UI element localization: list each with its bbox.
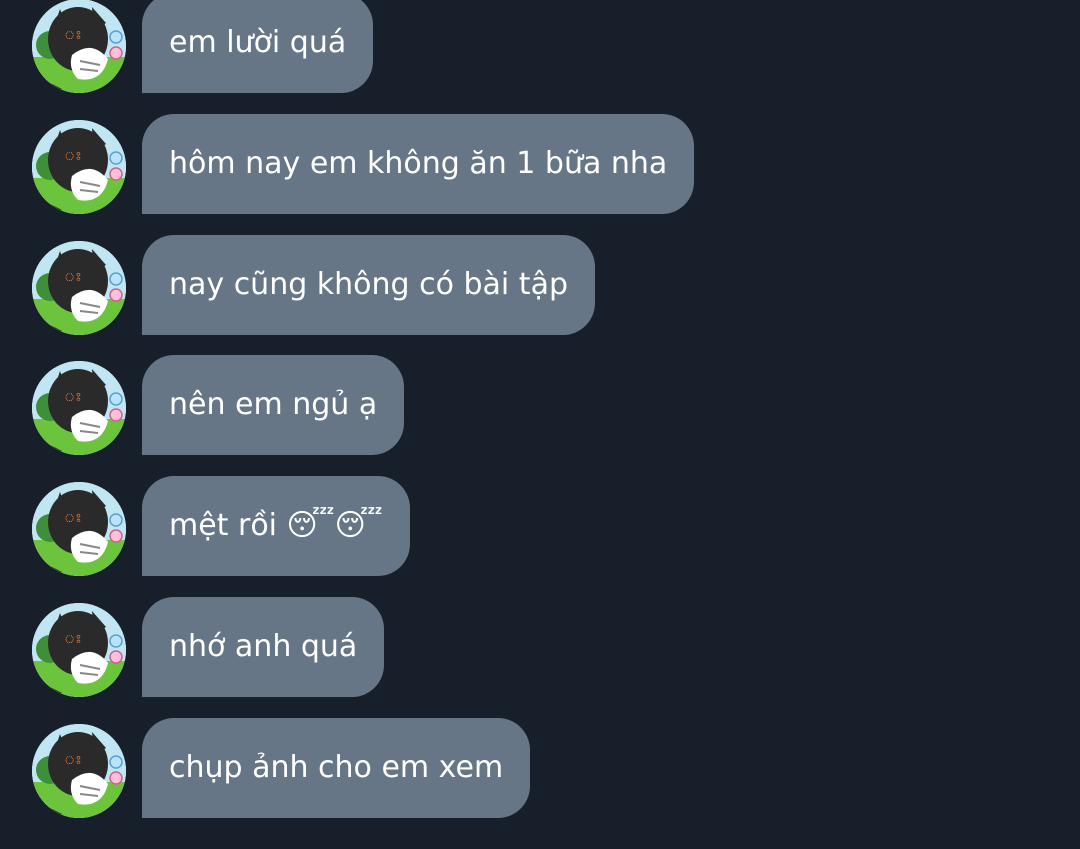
sender-avatar-icon[interactable]: ঃ — [32, 120, 126, 214]
message-row: ঃ chụp ảnh cho em xem — [0, 718, 1080, 818]
sender-avatar-icon[interactable]: ঃ — [32, 361, 126, 455]
message-bubble[interactable]: nhớ anh quá — [142, 597, 385, 697]
message-bubble[interactable]: chụp ảnh cho em xem — [142, 718, 531, 818]
message-row: ঃ nay cũng không có bài tập — [0, 235, 1080, 335]
sender-avatar-icon[interactable]: ঃ — [32, 603, 126, 697]
message-bubble[interactable]: nay cũng không có bài tập — [142, 235, 595, 335]
message-row: ঃ nên em ngủ ạ — [0, 355, 1080, 455]
message-bubble[interactable]: mệt rồi 😴😴 — [142, 476, 410, 576]
svg-text:ঃ: ঃ — [64, 149, 82, 163]
svg-text:ঃ: ঃ — [64, 390, 82, 404]
svg-text:ঃ: ঃ — [64, 632, 82, 646]
svg-text:ঃ: ঃ — [64, 28, 82, 42]
message-bubble[interactable]: hôm nay em không ăn 1 bữa nha — [142, 114, 695, 214]
message-bubble[interactable]: nên em ngủ ạ — [142, 355, 405, 455]
sender-avatar-icon[interactable]: ঃ — [32, 0, 126, 93]
message-row: ঃ mệt rồi 😴😴 — [0, 476, 1080, 576]
svg-text:ঃ: ঃ — [64, 511, 82, 525]
sender-avatar-icon[interactable]: ঃ — [32, 482, 126, 576]
svg-text:ঃ: ঃ — [64, 270, 82, 284]
svg-text:ঃ: ঃ — [64, 753, 82, 767]
message-row: ঃ em lười quá — [0, 0, 1080, 93]
message-row: ঃ hôm nay em không ăn 1 bữa nha — [0, 114, 1080, 214]
message-row: ঃ nhớ anh quá — [0, 597, 1080, 697]
sender-avatar-icon[interactable]: ঃ — [32, 241, 126, 335]
sender-avatar-icon[interactable]: ঃ — [32, 724, 126, 818]
chat-message-list[interactable]: ঃ em lười quá ঃ hôm nay em không ăn 1 bữ… — [0, 0, 1080, 849]
message-bubble[interactable]: em lười quá — [142, 0, 374, 93]
